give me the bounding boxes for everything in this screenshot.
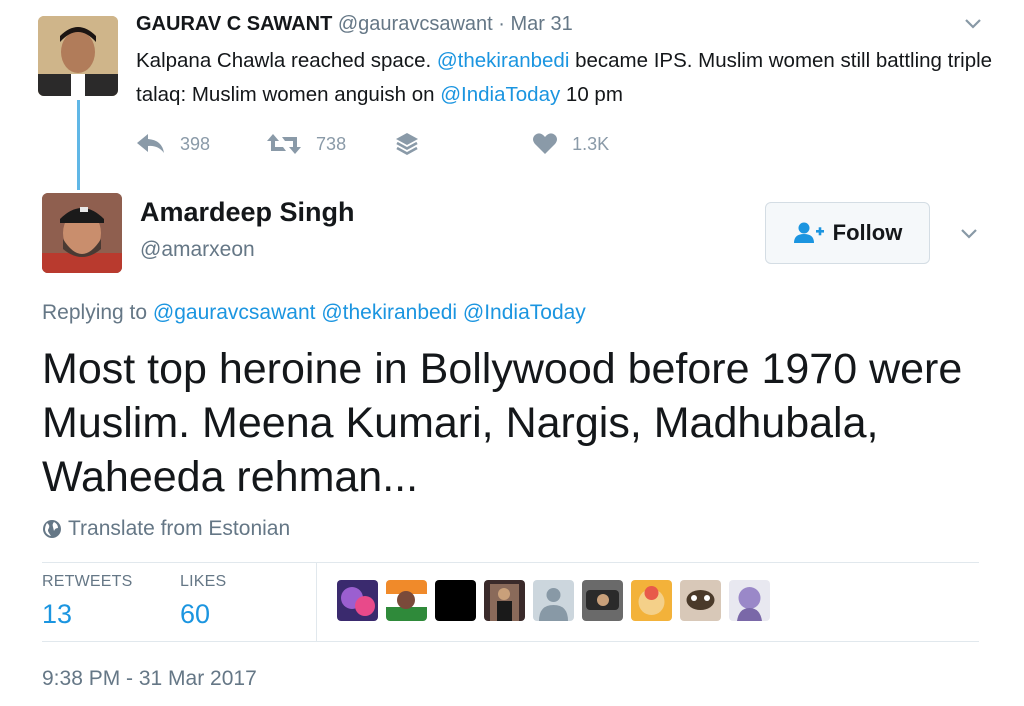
globe-icon <box>43 520 61 538</box>
translate-link[interactable]: Translate from Estonian <box>42 517 290 541</box>
like-button[interactable]: 1.3K <box>532 132 609 156</box>
stats-divider-top <box>42 562 979 563</box>
reply-count: 398 <box>180 133 211 154</box>
retweet-count: 738 <box>316 133 347 154</box>
translate-label: Translate from Estonian <box>68 517 291 540</box>
liker-avatar[interactable] <box>582 580 623 621</box>
retweet-button[interactable]: 738 <box>266 132 346 156</box>
stack-icon <box>396 133 419 155</box>
likes-stat[interactable]: LIKES 60 <box>180 573 226 630</box>
author-handle[interactable]: @amarxeon <box>140 238 255 262</box>
replying-prefix: Replying to <box>42 301 148 324</box>
replying-mention[interactable]: @IndiaToday <box>463 301 586 324</box>
retweets-value: 13 <box>42 599 73 629</box>
chevron-down-icon[interactable] <box>958 222 980 244</box>
parent-author-avatar[interactable] <box>38 16 118 96</box>
tweet-text: Most top heroine in Bollywood before 197… <box>42 345 963 501</box>
heart-icon <box>533 133 558 154</box>
parent-author-name[interactable]: GAURAV C SAWANT <box>136 13 332 35</box>
author-avatar[interactable] <box>42 193 122 273</box>
parent-text-part: 10 pm <box>560 83 623 106</box>
liker-avatar[interactable] <box>631 580 672 621</box>
liker-avatar[interactable] <box>729 580 770 621</box>
like-count: 1.3K <box>572 133 610 154</box>
likes-label: LIKES <box>180 573 227 590</box>
parent-text-part: Kalpana Chawla reached space. <box>136 49 437 72</box>
mention-link[interactable]: @IndiaToday <box>440 83 560 106</box>
thread-connector-line <box>77 100 80 190</box>
replying-mention[interactable]: @gauravcsawant <box>153 301 316 324</box>
liker-avatar[interactable] <box>386 580 427 621</box>
chevron-down-icon[interactable] <box>962 12 984 34</box>
parent-tweet-actions: 398 738 1.3K <box>136 128 609 160</box>
reply-button[interactable]: 398 <box>136 132 210 156</box>
replying-to: Replying to @gauravcsawant @thekiranbedi… <box>42 301 586 325</box>
stats-divider-bottom <box>42 641 979 642</box>
liker-avatar[interactable] <box>680 580 721 621</box>
mention-link[interactable]: @thekiranbedi <box>437 49 570 72</box>
parent-tweet-text: Kalpana Chawla reached space. @thekiranb… <box>136 44 1006 112</box>
follow-button-label: Follow <box>832 220 903 245</box>
retweets-label: RETWEETS <box>42 573 133 590</box>
retweet-icon <box>267 134 302 154</box>
replying-mention[interactable]: @thekiranbedi <box>321 301 457 324</box>
follow-button[interactable]: Follow <box>765 202 930 264</box>
tweet-timestamp[interactable]: 9:38 PM - 31 Mar 2017 <box>42 667 257 691</box>
liker-avatars <box>337 580 778 621</box>
stack-button[interactable] <box>394 131 420 157</box>
tweet-thread: GAURAV C SAWANT @gauravcsawant · Mar 31 … <box>0 0 1024 706</box>
liker-avatar[interactable] <box>533 580 574 621</box>
liker-avatar[interactable] <box>484 580 525 621</box>
liker-avatar[interactable] <box>337 580 378 621</box>
author-name[interactable]: Amardeep Singh <box>140 197 355 228</box>
parent-tweet-header: GAURAV C SAWANT @gauravcsawant · Mar 31 <box>136 13 573 36</box>
liker-avatar[interactable] <box>435 580 476 621</box>
add-user-icon <box>793 222 824 243</box>
likes-value: 60 <box>180 599 211 629</box>
parent-author-handle[interactable]: @gauravcsawant <box>338 13 493 35</box>
parent-tweet-date[interactable]: Mar 31 <box>511 13 573 35</box>
stats-vertical-divider <box>316 563 317 641</box>
retweets-stat[interactable]: RETWEETS 13 <box>42 573 133 630</box>
header-separator: · <box>498 13 505 35</box>
reply-icon <box>137 134 164 153</box>
